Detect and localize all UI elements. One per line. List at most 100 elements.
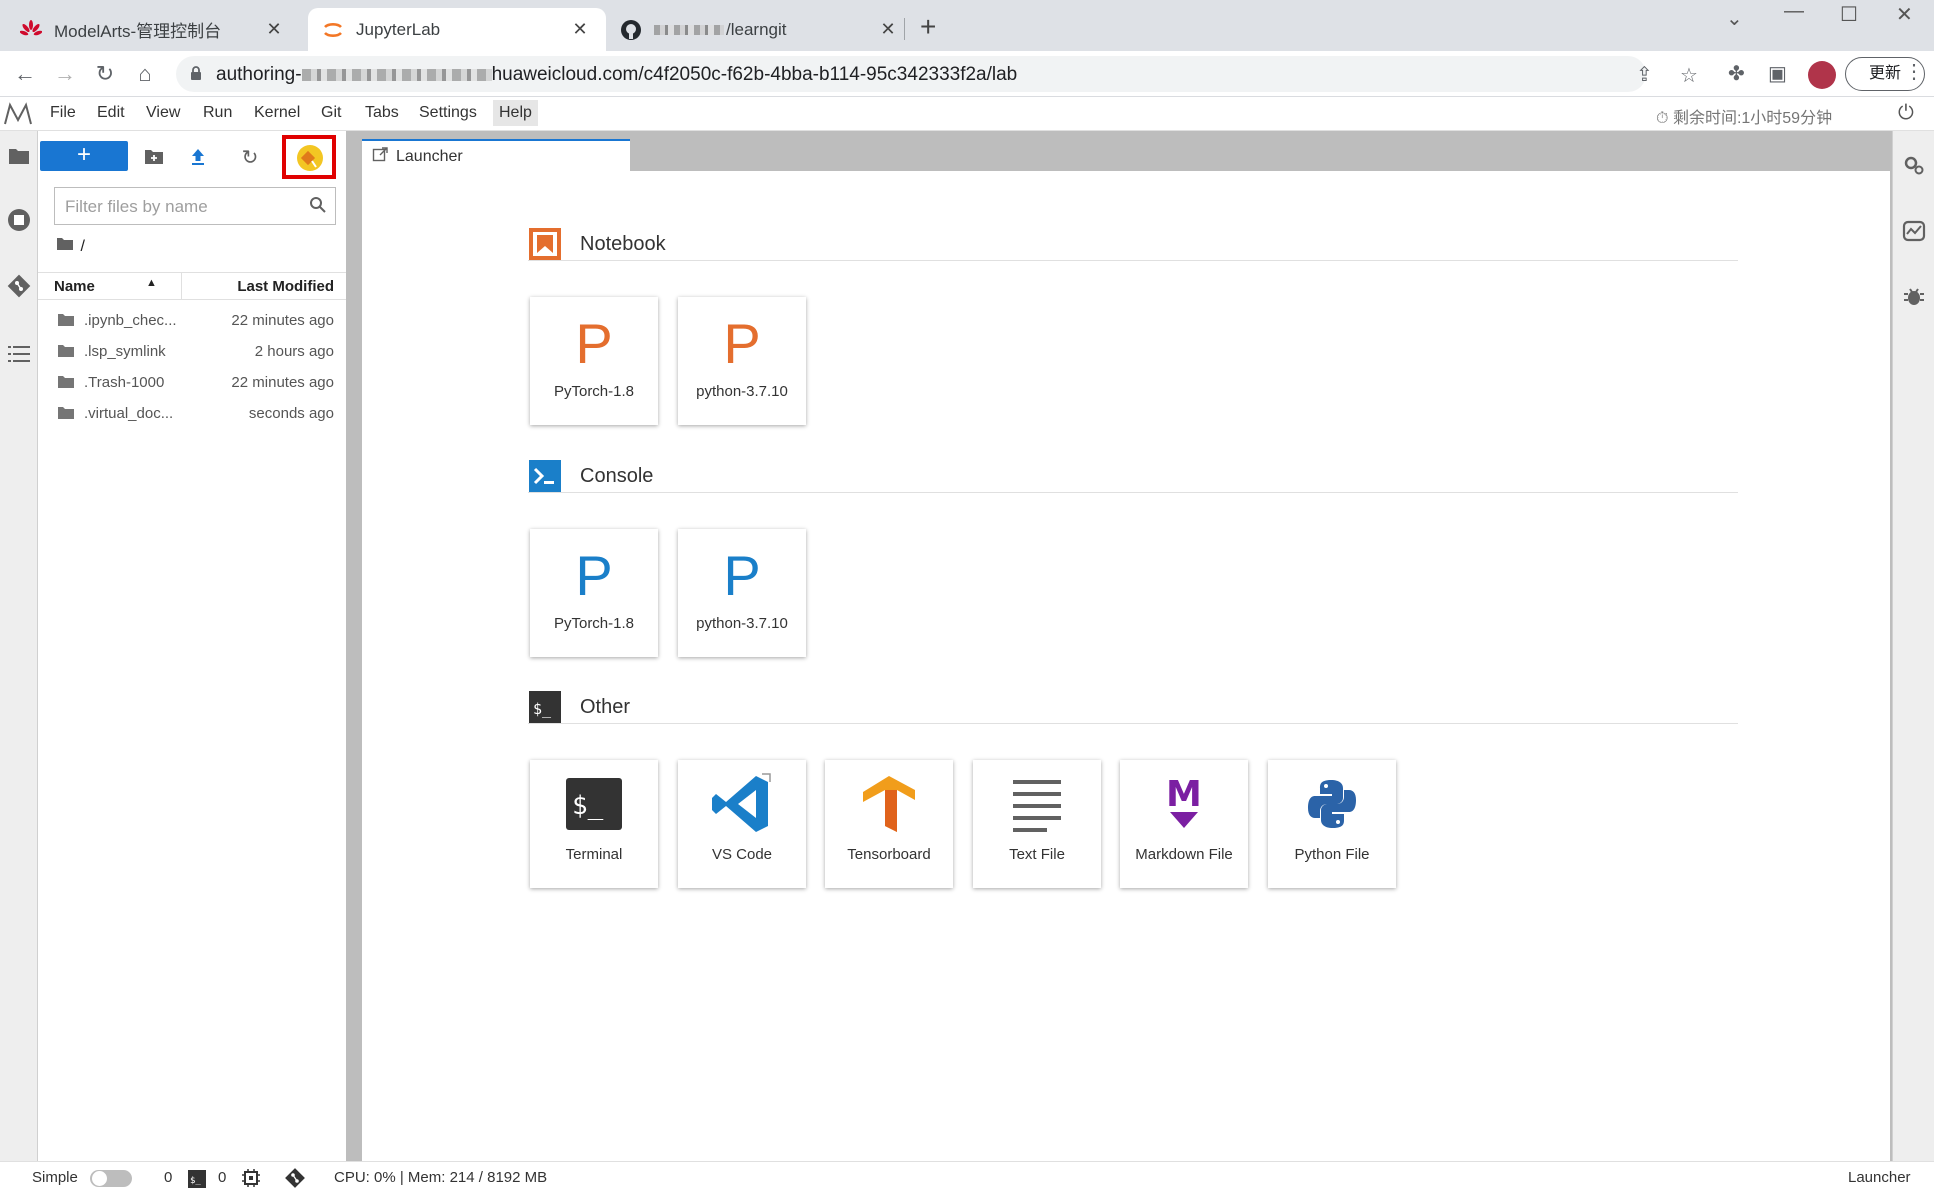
browser-tab-title: ModelArts-管理控制台 xyxy=(54,22,222,41)
property-inspector-icon[interactable] xyxy=(1902,153,1926,177)
tab-separator xyxy=(904,18,905,40)
vscode-icon xyxy=(712,773,771,832)
new-launcher-button[interactable]: + xyxy=(40,141,128,171)
browser-tab-jupyterlab[interactable]: JupyterLab ✕ xyxy=(308,8,606,51)
avatar[interactable] xyxy=(1808,61,1836,89)
section-title: Notebook xyxy=(580,233,666,255)
python-file-card[interactable]: Python File xyxy=(1268,760,1396,888)
column-last-modified[interactable]: Last Modified xyxy=(237,278,334,295)
folder-icon[interactable] xyxy=(6,143,32,169)
kernel-logo-icon: P xyxy=(723,312,761,375)
star-icon[interactable]: ☆ xyxy=(1680,63,1698,88)
menu-kernel[interactable]: Kernel xyxy=(254,104,300,122)
launcher-section-notebook: Notebook P PyTorch-1.8 P python-3.7.10 xyxy=(528,227,1738,467)
terminal-count[interactable]: 0 xyxy=(164,1169,172,1186)
notebook-card-python[interactable]: P python-3.7.10 xyxy=(678,297,806,425)
file-list-header: Name ▲ Last Modified xyxy=(38,272,346,300)
tensorboard-icon xyxy=(863,776,915,832)
close-icon[interactable]: ✕ xyxy=(568,19,592,40)
notebook-icon xyxy=(529,228,561,260)
upload-icon[interactable] xyxy=(186,145,210,169)
debugger-bug-icon[interactable] xyxy=(1902,285,1926,309)
menu-view[interactable]: View xyxy=(146,104,180,122)
menu-run[interactable]: Run xyxy=(203,104,232,122)
close-icon[interactable]: ✕ xyxy=(876,19,900,40)
breadcrumb[interactable]: / xyxy=(56,237,85,256)
menu-help[interactable]: Help xyxy=(493,100,538,126)
svg-text:$_: $_ xyxy=(533,700,552,718)
column-name[interactable]: Name xyxy=(54,278,95,295)
terminal-icon: $_ xyxy=(188,1170,206,1188)
lock-icon xyxy=(190,66,202,86)
folder-icon xyxy=(57,238,73,250)
share-icon[interactable]: ⇪ xyxy=(1636,62,1653,87)
vscode-card[interactable]: VS Code xyxy=(678,760,806,888)
extensions-icon[interactable]: ✤ xyxy=(1728,61,1745,86)
filter-files-input[interactable]: Filter files by name xyxy=(54,187,336,225)
kernel-count[interactable]: 0 xyxy=(218,1169,226,1186)
simple-mode-toggle[interactable] xyxy=(90,1170,132,1187)
close-icon[interactable]: ✕ xyxy=(262,19,286,40)
running-stop-icon[interactable] xyxy=(6,207,32,233)
tensorboard-card[interactable]: Tensorboard xyxy=(825,760,953,888)
section-title: Other xyxy=(580,696,631,718)
menu-edit[interactable]: Edit xyxy=(97,104,125,122)
table-of-contents-icon[interactable] xyxy=(6,341,32,367)
file-row[interactable]: .ipynb_chec... 22 minutes ago xyxy=(38,305,346,336)
launcher-panel: Notebook P PyTorch-1.8 P python-3.7.10 C… xyxy=(362,171,1890,1171)
browser-tab-github[interactable]: /learngit ✕ xyxy=(614,8,914,51)
window-close-icon[interactable]: ✕ xyxy=(1896,2,1913,27)
text-file-card[interactable]: Text File xyxy=(973,760,1101,888)
file-row[interactable]: .virtual_doc... seconds ago xyxy=(38,398,346,429)
file-row[interactable]: .lsp_symlink 2 hours ago xyxy=(38,336,346,367)
status-bar: Simple 0 $_ 0 CPU: 0% | Mem: 214 / 8192 … xyxy=(0,1161,1934,1192)
sidepanel-icon[interactable]: ▣ xyxy=(1768,61,1787,86)
text-file-icon xyxy=(1013,780,1061,832)
menu-git[interactable]: Git xyxy=(321,104,341,122)
section-title: Console xyxy=(580,465,654,487)
github-logo-icon xyxy=(620,19,642,41)
section-header: Console xyxy=(528,459,1738,493)
power-icon[interactable]: ⏻ xyxy=(1898,102,1914,125)
address-bar[interactable]: authoring-huaweicloud.com/c4f2050c-f62b-… xyxy=(176,56,1653,92)
reload-icon[interactable]: ↻ xyxy=(90,59,120,89)
home-icon[interactable]: ⌂ xyxy=(130,59,160,89)
folder-icon xyxy=(58,314,74,326)
timer-icon: ⏱ xyxy=(1656,110,1669,127)
folder-icon xyxy=(58,376,74,388)
section-header: Notebook xyxy=(528,227,1738,261)
browser-tab-title: /learngit xyxy=(726,19,787,39)
back-arrow-icon[interactable]: ← xyxy=(10,59,40,89)
console-card-pytorch[interactable]: P PyTorch-1.8 xyxy=(530,529,658,657)
new-folder-icon[interactable] xyxy=(142,145,166,169)
forward-arrow-icon[interactable]: → xyxy=(50,59,80,89)
resource-usage: CPU: 0% | Mem: 214 / 8192 MB xyxy=(334,1169,548,1186)
minimize-icon[interactable]: — xyxy=(1784,0,1804,23)
browser-tab-strip: ModelArts-管理控制台 ✕ JupyterLab ✕ /learngit… xyxy=(0,0,1934,51)
terminal-card[interactable]: $_ Terminal xyxy=(530,760,658,888)
kernel-logo-icon: P xyxy=(723,544,761,607)
tab-launcher[interactable]: Launcher xyxy=(362,139,630,171)
menu-settings[interactable]: Settings xyxy=(419,104,477,122)
menu-file[interactable]: File xyxy=(50,104,76,122)
markdown-icon: M xyxy=(1166,774,1202,828)
console-icon xyxy=(529,460,561,492)
svg-text:M: M xyxy=(1166,774,1202,815)
console-card-python[interactable]: P python-3.7.10 xyxy=(678,529,806,657)
other-terminal-icon: $_ xyxy=(529,691,561,723)
git-status-icon[interactable] xyxy=(284,1167,306,1189)
new-tab-button[interactable]: + xyxy=(920,12,936,42)
more-vert-icon[interactable]: ⋮ xyxy=(1904,59,1924,84)
main-dock-area: Launcher Notebook P PyTorch-1.8 P python… xyxy=(352,131,1892,1171)
resource-monitor-icon[interactable] xyxy=(1902,219,1926,243)
git-clone-button[interactable] xyxy=(282,135,336,179)
menu-tabs[interactable]: Tabs xyxy=(365,104,399,122)
git-icon[interactable] xyxy=(6,273,32,299)
chevron-down-icon[interactable]: ⌄ xyxy=(1726,6,1743,31)
notebook-card-pytorch[interactable]: P PyTorch-1.8 xyxy=(530,297,658,425)
markdown-file-card[interactable]: M Markdown File xyxy=(1120,760,1248,888)
refresh-icon[interactable]: ↻ xyxy=(238,145,262,169)
browser-tab-modelarts[interactable]: ModelArts-管理控制台 ✕ xyxy=(0,8,300,51)
maximize-icon[interactable]: ☐ xyxy=(1840,2,1858,27)
file-row[interactable]: .Trash-1000 22 minutes ago xyxy=(38,367,346,398)
